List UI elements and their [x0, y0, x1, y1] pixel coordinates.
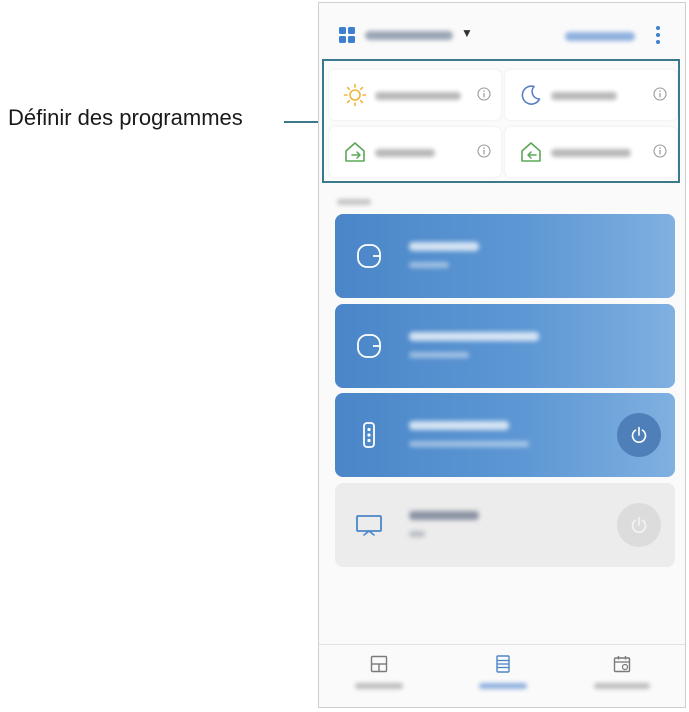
device-status [409, 441, 529, 447]
callout-label: Définir des programmes [8, 105, 243, 130]
house-arrow-out-icon [345, 142, 365, 162]
info-icon[interactable] [477, 144, 491, 158]
device-card[interactable] [335, 483, 675, 567]
more-vertical-icon[interactable] [653, 23, 663, 47]
scene-name [551, 92, 617, 100]
info-icon[interactable] [653, 144, 667, 158]
device-name [409, 421, 509, 430]
device-name [409, 242, 479, 251]
power-icon [631, 426, 647, 443]
power-button[interactable] [617, 413, 661, 457]
device-card[interactable] [335, 304, 675, 388]
dashboard-icon [370, 655, 388, 673]
devices-icon [496, 655, 510, 673]
nav-item-automations[interactable] [562, 645, 682, 707]
top-app-bar: ▼ [319, 3, 685, 59]
scene-name [375, 149, 435, 157]
section-header [337, 199, 371, 205]
nav-label [355, 683, 403, 689]
add-device-button[interactable] [565, 32, 635, 41]
tv-icon [356, 515, 382, 536]
automations-icon [613, 656, 631, 673]
device-status [409, 262, 449, 268]
scene-name [375, 92, 461, 100]
device-name [409, 332, 539, 341]
hub-icon [357, 334, 381, 358]
bottom-nav [319, 644, 685, 707]
remote-icon [363, 422, 375, 448]
location-name[interactable] [365, 31, 453, 40]
nav-item-dashboard[interactable] [319, 645, 439, 707]
device-status [409, 531, 425, 537]
moon-icon [521, 85, 541, 105]
nav-label [479, 683, 527, 689]
scenes-panel [322, 59, 680, 183]
device-status [409, 352, 469, 358]
scene-tile[interactable] [329, 70, 501, 120]
scene-tile[interactable] [505, 127, 677, 177]
nav-item-devices[interactable] [443, 645, 563, 707]
house-arrow-in-icon [521, 142, 541, 162]
device-card[interactable] [335, 214, 675, 298]
sun-icon [343, 83, 367, 107]
hub-icon [357, 244, 381, 268]
power-icon [631, 516, 647, 533]
power-button[interactable] [617, 503, 661, 547]
scene-tile[interactable] [329, 127, 501, 177]
caret-down-icon[interactable]: ▼ [461, 26, 473, 40]
scene-tile[interactable] [505, 70, 677, 120]
device-name [409, 511, 479, 520]
device-card[interactable] [335, 393, 675, 477]
grid-icon[interactable] [339, 27, 355, 43]
info-icon[interactable] [653, 87, 667, 101]
nav-label [594, 683, 650, 689]
callout-line [284, 121, 322, 123]
phone-screen: ▼ [318, 2, 686, 708]
scene-name [551, 149, 631, 157]
info-icon[interactable] [477, 87, 491, 101]
